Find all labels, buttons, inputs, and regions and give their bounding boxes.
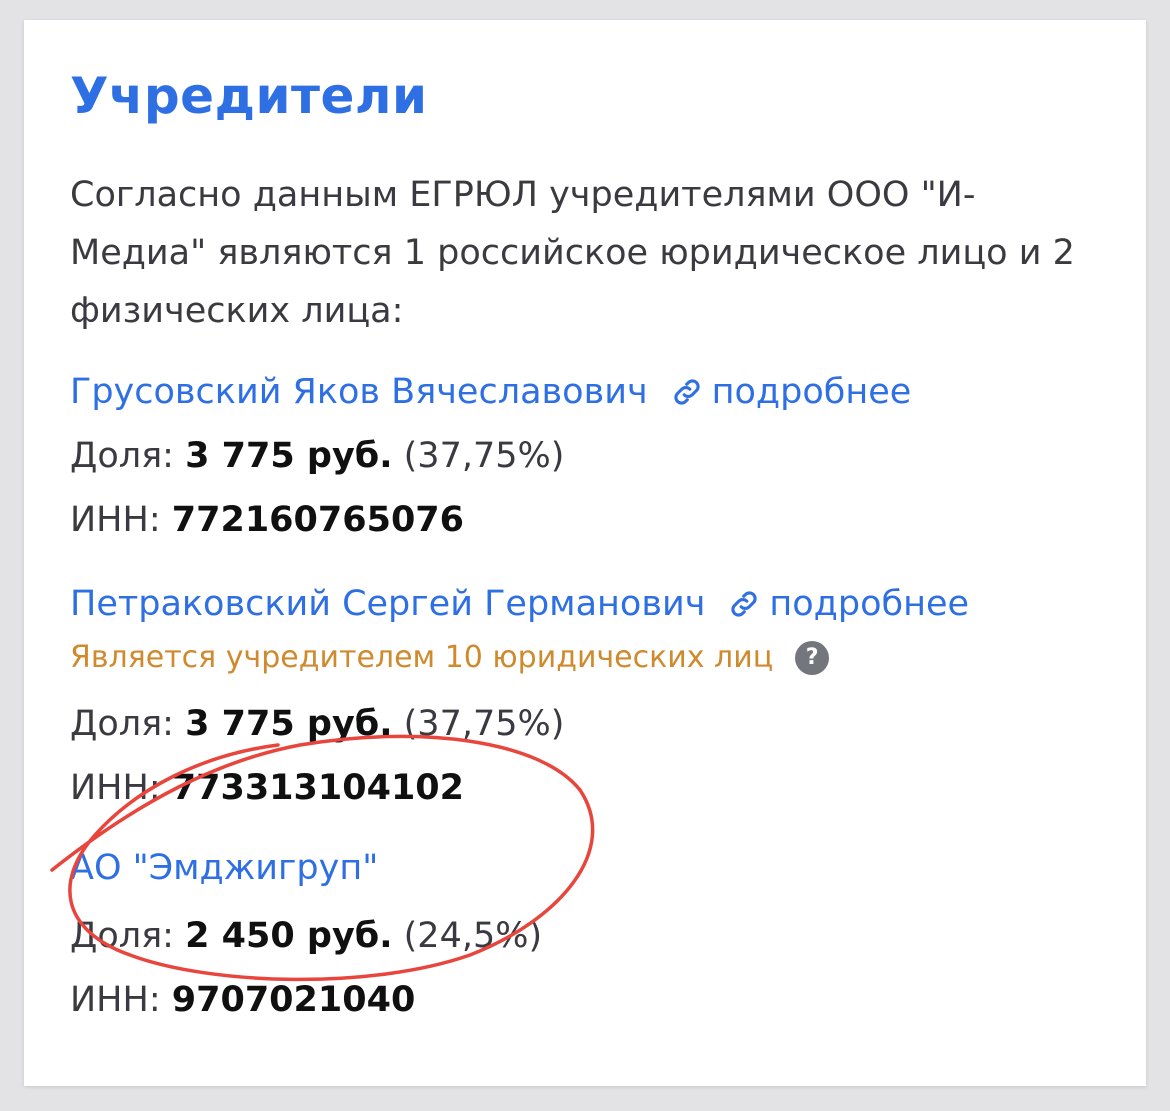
founder-name-row: АО "Эмджигруп" <box>70 846 1100 890</box>
section-title: Учредители <box>70 67 428 125</box>
share-line: Доля: 3 775 руб. (37,75%) <box>70 434 1100 478</box>
share-amount: 3 775 руб. <box>185 436 393 476</box>
more-link-label: подробнее <box>769 584 970 624</box>
inn-label: ИНН: <box>70 980 161 1020</box>
share-line: Доля: 2 450 руб. (24,5%) <box>70 914 1100 958</box>
link-icon <box>673 379 700 405</box>
founder-name-link[interactable]: АО "Эмджигруп" <box>70 846 378 890</box>
founder-name-link[interactable]: Грусовский Яков Вячеславович <box>70 370 648 414</box>
share-label: Доля: <box>70 916 174 956</box>
founders-card: Учредители Согласно данным ЕГРЮЛ учредит… <box>24 20 1146 1086</box>
share-percent: (37,75%) <box>403 436 565 476</box>
inn-value: 9707021040 <box>171 980 416 1020</box>
share-percent: (37,75%) <box>403 704 565 744</box>
founder-name-row: Петраковский Сергей Германович подробнее <box>70 582 1100 626</box>
intro-text: Согласно данным ЕГРЮЛ учредителями ООО "… <box>70 175 1075 331</box>
founder-item: АО "Эмджигруп" Доля: 2 450 руб. (24,5%) … <box>70 846 1100 1022</box>
founder-note: Является учредителем 10 юридических лиц … <box>70 638 1100 678</box>
link-icon <box>731 591 758 617</box>
share-amount: 3 775 руб. <box>185 704 393 744</box>
inn-label: ИНН: <box>70 500 161 540</box>
founder-name-row: Грусовский Яков Вячеславович подробнее <box>70 370 1100 414</box>
inn-line: ИНН: 773313104102 <box>70 766 1100 810</box>
inn-line: ИНН: 772160765076 <box>70 498 1100 542</box>
founder-item: Петраковский Сергей Германович подробнее… <box>70 582 1100 810</box>
share-label: Доля: <box>70 436 174 476</box>
more-link[interactable]: подробнее <box>727 582 969 626</box>
share-percent: (24,5%) <box>403 916 543 956</box>
inn-label: ИНН: <box>70 768 161 808</box>
founder-note-text: Является учредителем 10 юридических лиц <box>70 640 774 675</box>
inn-value: 773313104102 <box>171 768 465 808</box>
share-amount: 2 450 руб. <box>185 916 393 956</box>
inn-line: ИНН: 9707021040 <box>70 978 1100 1022</box>
share-line: Доля: 3 775 руб. (37,75%) <box>70 702 1100 746</box>
more-link[interactable]: подробнее <box>670 370 912 414</box>
founder-name-link[interactable]: Петраковский Сергей Германович <box>70 582 705 626</box>
more-link-label: подробнее <box>711 372 912 412</box>
help-icon[interactable]: ? <box>795 641 830 675</box>
share-label: Доля: <box>70 704 174 744</box>
inn-value: 772160765076 <box>171 500 465 540</box>
founder-item: Грусовский Яков Вячеславович подробнее Д… <box>70 370 1100 542</box>
